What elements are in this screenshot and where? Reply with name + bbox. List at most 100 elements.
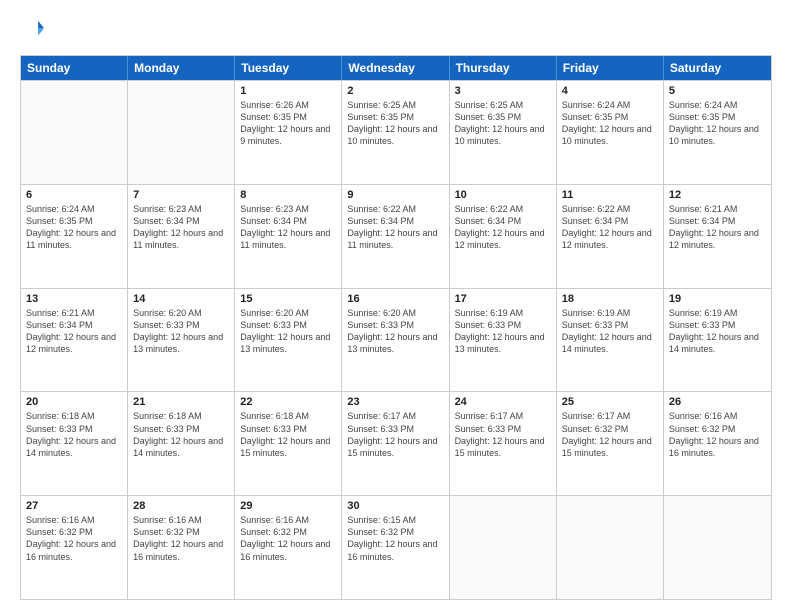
calendar-cell: 25Sunrise: 6:17 AM Sunset: 6:32 PM Dayli…: [557, 392, 664, 495]
calendar-cell: [664, 496, 771, 599]
day-number: 20: [26, 396, 122, 408]
day-info: Sunrise: 6:15 AM Sunset: 6:32 PM Dayligh…: [347, 514, 443, 563]
day-number: 5: [669, 85, 766, 97]
day-info: Sunrise: 6:25 AM Sunset: 6:35 PM Dayligh…: [347, 99, 443, 148]
calendar-cell: [21, 81, 128, 184]
calendar-cell: 3 Sunrise: 6:25 AM Sunset: 6:35 PM Daylig…: [450, 81, 557, 184]
calendar-cell: 24 Sunrise: 6:17 AM Sunset: 6:33 PM Dayli…: [450, 392, 557, 495]
day-header-friday: Friday: [557, 56, 664, 80]
day-info: Sunrise: 6:18 AM Sunset: 6:33 PM Dayligh…: [26, 410, 122, 459]
calendar-cell: 28 Sunrise: 6:16 AM Sunset: 6:32 PM Dayli…: [128, 496, 235, 599]
calendar-cell: 26Sunrise: 6:16 AM Sunset: 6:32 PM Dayli…: [664, 392, 771, 495]
calendar-cell: 23 Sunrise: 6:17 AM Sunset: 6:33 PM Dayli…: [342, 392, 449, 495]
day-header-thursday: Thursday: [450, 56, 557, 80]
day-info: Sunrise: 6:26 AM Sunset: 6:35 PM Dayligh…: [240, 99, 336, 148]
day-info: Sunrise: 6:24 AM Sunset: 6:35 PM Dayligh…: [562, 99, 658, 148]
day-number: 24: [455, 396, 551, 408]
day-info: Sunrise: 6:17 AM Sunset: 6:33 PM Dayligh…: [455, 410, 551, 459]
calendar-cell: [450, 496, 557, 599]
day-number: 10: [455, 189, 551, 201]
calendar-cell: 12Sunrise: 6:21 AM Sunset: 6:34 PM Dayli…: [664, 185, 771, 288]
day-number: 22: [240, 396, 336, 408]
day-number: 28: [133, 500, 229, 512]
calendar-row-0: 1 Sunrise: 6:26 AM Sunset: 6:35 PM Daylig…: [21, 80, 771, 184]
calendar-cell: 6 Sunrise: 6:24 AM Sunset: 6:35 PM Daylig…: [21, 185, 128, 288]
calendar-row-2: 13 Sunrise: 6:21 AM Sunset: 6:34 PM Dayli…: [21, 288, 771, 392]
day-info: Sunrise: 6:22 AM Sunset: 6:34 PM Dayligh…: [562, 203, 658, 252]
day-info: Sunrise: 6:20 AM Sunset: 6:33 PM Dayligh…: [240, 307, 336, 356]
day-number: 19: [669, 293, 766, 305]
calendar-cell: 18Sunrise: 6:19 AM Sunset: 6:33 PM Dayli…: [557, 289, 664, 392]
day-info: Sunrise: 6:18 AM Sunset: 6:33 PM Dayligh…: [133, 410, 229, 459]
day-header-tuesday: Tuesday: [235, 56, 342, 80]
calendar-cell: 15 Sunrise: 6:20 AM Sunset: 6:33 PM Dayli…: [235, 289, 342, 392]
calendar-cell: 4 Sunrise: 6:24 AM Sunset: 6:35 PM Daylig…: [557, 81, 664, 184]
calendar-cell: 5 Sunrise: 6:24 AM Sunset: 6:35 PM Daylig…: [664, 81, 771, 184]
calendar-row-1: 6 Sunrise: 6:24 AM Sunset: 6:35 PM Daylig…: [21, 184, 771, 288]
calendar-cell: 7Sunrise: 6:23 AM Sunset: 6:34 PM Daylig…: [128, 185, 235, 288]
calendar-cell: 10Sunrise: 6:22 AM Sunset: 6:34 PM Dayli…: [450, 185, 557, 288]
day-number: 15: [240, 293, 336, 305]
day-info: Sunrise: 6:19 AM Sunset: 6:33 PM Dayligh…: [562, 307, 658, 356]
day-header-saturday: Saturday: [664, 56, 771, 80]
calendar-row-4: 27Sunrise: 6:16 AM Sunset: 6:32 PM Dayli…: [21, 495, 771, 599]
calendar-cell: 30 Sunrise: 6:15 AM Sunset: 6:32 PM Dayli…: [342, 496, 449, 599]
day-number: 3: [455, 85, 551, 97]
calendar-cell: 14Sunrise: 6:20 AM Sunset: 6:33 PM Dayli…: [128, 289, 235, 392]
day-number: 12: [669, 189, 766, 201]
day-info: Sunrise: 6:23 AM Sunset: 6:34 PM Dayligh…: [133, 203, 229, 252]
day-info: Sunrise: 6:25 AM Sunset: 6:35 PM Dayligh…: [455, 99, 551, 148]
calendar-cell: 22 Sunrise: 6:18 AM Sunset: 6:33 PM Dayli…: [235, 392, 342, 495]
day-number: 29: [240, 500, 336, 512]
day-number: 14: [133, 293, 229, 305]
calendar-cell: [557, 496, 664, 599]
day-number: 16: [347, 293, 443, 305]
day-info: Sunrise: 6:22 AM Sunset: 6:34 PM Dayligh…: [347, 203, 443, 252]
calendar-cell: 16 Sunrise: 6:20 AM Sunset: 6:33 PM Dayli…: [342, 289, 449, 392]
day-number: 6: [26, 189, 122, 201]
calendar-cell: [128, 81, 235, 184]
calendar-cell: 19 Sunrise: 6:19 AM Sunset: 6:33 PM Dayli…: [664, 289, 771, 392]
day-number: 25: [562, 396, 658, 408]
calendar: SundayMondayTuesdayWednesdayThursdayFrid…: [20, 55, 772, 600]
day-header-sunday: Sunday: [21, 56, 128, 80]
day-number: 30: [347, 500, 443, 512]
day-info: Sunrise: 6:16 AM Sunset: 6:32 PM Dayligh…: [240, 514, 336, 563]
day-info: Sunrise: 6:16 AM Sunset: 6:32 PM Dayligh…: [133, 514, 229, 563]
day-info: Sunrise: 6:16 AM Sunset: 6:32 PM Dayligh…: [669, 410, 766, 459]
day-number: 4: [562, 85, 658, 97]
calendar-cell: 27Sunrise: 6:16 AM Sunset: 6:32 PM Dayli…: [21, 496, 128, 599]
day-info: Sunrise: 6:18 AM Sunset: 6:33 PM Dayligh…: [240, 410, 336, 459]
day-number: 9: [347, 189, 443, 201]
calendar-cell: 2Sunrise: 6:25 AM Sunset: 6:35 PM Daylig…: [342, 81, 449, 184]
day-info: Sunrise: 6:16 AM Sunset: 6:32 PM Dayligh…: [26, 514, 122, 563]
day-number: 11: [562, 189, 658, 201]
calendar-cell: 21 Sunrise: 6:18 AM Sunset: 6:33 PM Dayli…: [128, 392, 235, 495]
day-info: Sunrise: 6:17 AM Sunset: 6:33 PM Dayligh…: [347, 410, 443, 459]
logo-icon: [22, 18, 44, 40]
day-info: Sunrise: 6:19 AM Sunset: 6:33 PM Dayligh…: [669, 307, 766, 356]
day-info: Sunrise: 6:24 AM Sunset: 6:35 PM Dayligh…: [669, 99, 766, 148]
page: SundayMondayTuesdayWednesdayThursdayFrid…: [0, 0, 792, 612]
day-number: 8: [240, 189, 336, 201]
day-header-wednesday: Wednesday: [342, 56, 449, 80]
calendar-header: SundayMondayTuesdayWednesdayThursdayFrid…: [21, 56, 771, 80]
calendar-cell: 29 Sunrise: 6:16 AM Sunset: 6:32 PM Dayli…: [235, 496, 342, 599]
day-number: 17: [455, 293, 551, 305]
calendar-cell: 9 Sunrise: 6:22 AM Sunset: 6:34 PM Daylig…: [342, 185, 449, 288]
calendar-row-3: 20 Sunrise: 6:18 AM Sunset: 6:33 PM Dayli…: [21, 391, 771, 495]
day-header-monday: Monday: [128, 56, 235, 80]
day-info: Sunrise: 6:21 AM Sunset: 6:34 PM Dayligh…: [26, 307, 122, 356]
calendar-body: 1 Sunrise: 6:26 AM Sunset: 6:35 PM Daylig…: [21, 80, 771, 599]
day-number: 1: [240, 85, 336, 97]
day-number: 13: [26, 293, 122, 305]
calendar-cell: 11 Sunrise: 6:22 AM Sunset: 6:34 PM Dayli…: [557, 185, 664, 288]
calendar-cell: 20 Sunrise: 6:18 AM Sunset: 6:33 PM Dayli…: [21, 392, 128, 495]
day-info: Sunrise: 6:24 AM Sunset: 6:35 PM Dayligh…: [26, 203, 122, 252]
day-info: Sunrise: 6:20 AM Sunset: 6:33 PM Dayligh…: [347, 307, 443, 356]
day-number: 23: [347, 396, 443, 408]
header: [20, 18, 772, 45]
logo: [20, 18, 44, 45]
calendar-cell: 1 Sunrise: 6:26 AM Sunset: 6:35 PM Daylig…: [235, 81, 342, 184]
day-number: 21: [133, 396, 229, 408]
